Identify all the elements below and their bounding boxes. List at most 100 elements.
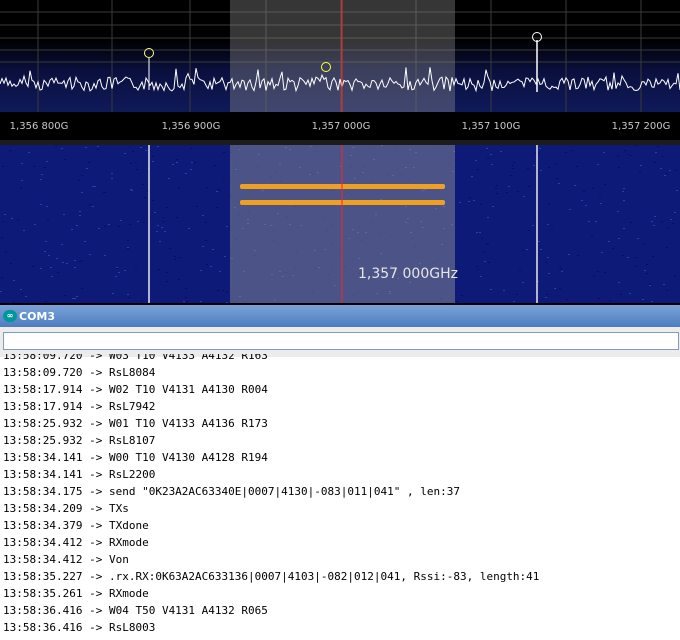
waterfall-noise [630,222,632,223]
waterfall-noise [660,168,662,169]
waterfall-noise [85,147,87,148]
waterfall-noise [599,194,601,195]
waterfall-noise [481,238,483,239]
log-line: 13:58:35.261 -> RXmode [3,587,149,600]
waterfall-noise [561,271,563,272]
waterfall-noise [162,221,164,222]
waterfall-noise [166,272,168,273]
waterfall-noise [517,191,519,192]
waterfall-noise [11,218,13,219]
waterfall-noise [583,191,585,192]
waterfall-noise [194,162,196,163]
waterfall-noise [44,251,46,252]
waterfall-noise [486,148,488,149]
waterfall-noise [574,185,576,186]
waterfall-noise [61,244,63,245]
serial-output[interactable]: 13:58:09.720 -> W03 T10 V4133 A4132 R163… [0,354,680,640]
waterfall-noise [61,148,63,149]
log-line: 13:58:34.412 -> Von [3,553,129,566]
waterfall-noise [623,228,625,229]
waterfall-noise [32,266,34,267]
waterfall-noise [104,192,106,193]
waterfall-noise [506,192,508,193]
waterfall-noise [663,284,665,285]
waterfall-noise [135,269,137,270]
waterfall-noise [635,266,637,267]
waterfall-noise [112,293,114,294]
waterfall-noise [601,252,603,253]
log-line: 13:58:17.914 -> RsL7942 [3,400,156,413]
waterfall-noise [559,266,561,267]
waterfall-noise [79,261,81,262]
waterfall-noise [618,167,620,168]
waterfall-noise [675,170,677,171]
waterfall-noise [565,152,567,153]
waterfall-noise [81,192,83,193]
log-line: 13:58:34.412 -> RXmode [3,536,149,549]
waterfall-noise [480,276,482,277]
waterfall-noise [226,292,228,293]
log-line: 13:58:34.209 -> TXs [3,502,129,515]
waterfall-noise [548,203,550,204]
waterfall-noise [218,189,220,190]
freq-label: 1,356 900G [161,121,221,132]
waterfall-noise [21,163,23,164]
send-input[interactable] [3,332,679,350]
waterfall-noise [649,285,651,286]
waterfall-noise [40,268,42,269]
waterfall-noise [128,297,130,298]
window-titlebar[interactable]: ∞ COM3 [0,305,680,327]
waterfall-noise [174,259,176,260]
arduino-logo-icon: ∞ [3,310,17,322]
waterfall-noise [51,276,53,277]
waterfall-noise [210,266,212,267]
waterfall-noise [646,273,648,274]
waterfall-noise [637,238,639,239]
waterfall-noise [545,297,547,298]
waterfall-noise [205,240,207,241]
log-line: 13:58:17.914 -> W02 T10 V4131 A4130 R004 [3,383,268,396]
waterfall-noise [200,270,202,271]
waterfall-noise [44,167,46,168]
waterfall-noise [676,190,678,191]
waterfall-noise [200,301,202,302]
waterfall-noise [141,300,143,301]
waterfall-noise [81,260,83,261]
waterfall-noise [600,203,602,204]
waterfall-noise [655,152,657,153]
waterfall-noise [185,173,187,174]
waterfall-noise [469,197,471,198]
log-line: 13:58:25.932 -> W01 T10 V4133 A4136 R173 [3,417,268,430]
waterfall-noise [136,169,138,170]
waterfall-noise [496,185,498,186]
waterfall-noise [21,293,23,294]
waterfall-noise [479,232,481,233]
waterfall-noise [13,280,15,281]
waterfall-noise [480,204,482,205]
waterfall-noise [475,160,477,161]
waterfall-noise [131,190,133,191]
waterfall-noise [569,209,571,210]
waterfall-display[interactable]: 1,357 000GHz [0,145,680,303]
waterfall-noise [226,302,228,303]
spectrum-plot[interactable] [0,0,680,112]
waterfall-noise [547,257,549,258]
waterfall-noise [178,188,180,189]
waterfall-noise [179,257,181,258]
waterfall-noise [568,254,570,255]
waterfall-noise [620,294,622,295]
waterfall-noise [190,148,192,149]
waterfall-noise [166,281,168,282]
waterfall-noise [17,219,19,220]
waterfall-noise [523,196,525,197]
waterfall-noise [56,258,58,259]
waterfall-noise [604,272,606,273]
waterfall-noise [50,267,52,268]
waterfall-noise [176,162,178,163]
waterfall-noise [640,165,642,166]
waterfall-noise [127,294,129,295]
waterfall-noise [216,207,218,208]
waterfall-noise [560,268,562,269]
waterfall-noise [540,249,542,250]
waterfall-noise [89,204,91,205]
